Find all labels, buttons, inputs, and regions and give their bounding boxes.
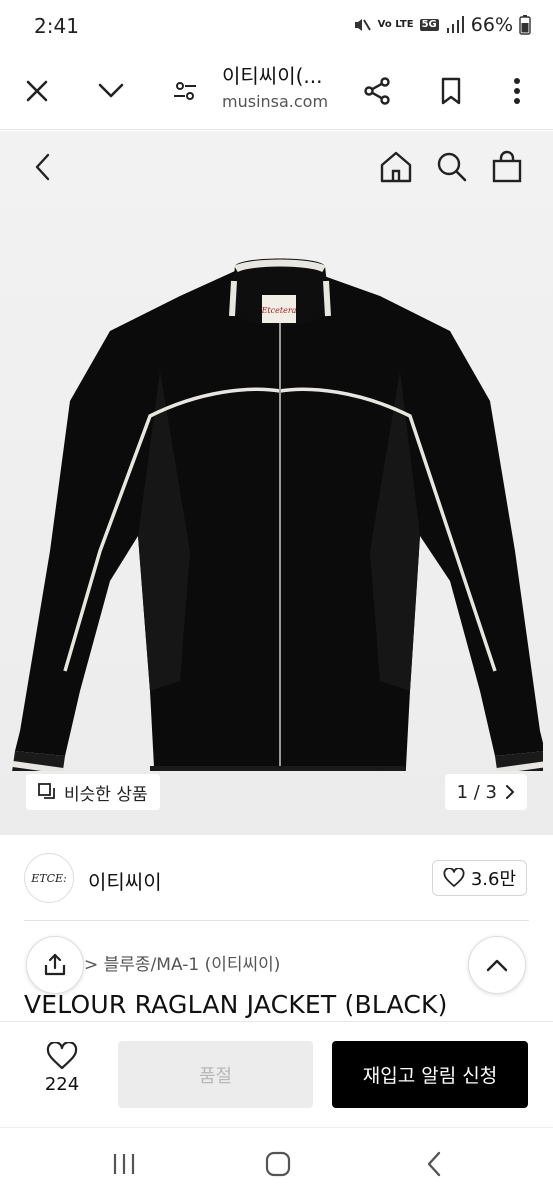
mute-icon (354, 19, 371, 31)
brand-row: ETCE: 이티씨이 3.6만 (0, 835, 553, 921)
more-menu-button[interactable] (492, 66, 542, 116)
back-system-button[interactable] (412, 1146, 456, 1182)
image-counter[interactable]: 1 / 3 (444, 774, 527, 810)
home-system-button[interactable] (256, 1146, 300, 1182)
home-icon (380, 151, 412, 183)
brand-like-count: 3.6만 (470, 869, 516, 890)
page-title[interactable]: 이티씨이(... (222, 60, 322, 89)
copy-icon (38, 783, 55, 799)
heart-icon (443, 868, 465, 887)
similar-products-label: 비슷한 상품 (64, 784, 148, 805)
home-circle-icon (265, 1151, 291, 1177)
wishlist-count: 224 (44, 1074, 80, 1095)
system-navigation-bar (0, 1127, 553, 1200)
product-image[interactable]: Etcetera (10, 251, 543, 771)
recent-apps-button[interactable] (102, 1146, 146, 1182)
brand-logo[interactable]: ETCE: (24, 853, 74, 903)
product-title: VELOUR RAGLAN JACKET (BLACK) (24, 990, 448, 1019)
chevron-left-icon (35, 153, 50, 181)
status-bar: 2:41 Vo LTE 5G 66% (0, 0, 553, 54)
browser-toolbar: 이티씨이(... musinsa.com (0, 54, 553, 130)
similar-products-button[interactable]: 비슷한 상품 (26, 774, 160, 810)
chevron-right-icon (506, 785, 514, 799)
network-label: 5G (419, 19, 439, 31)
search-icon (437, 152, 467, 182)
product-gallery[interactable]: Etcetera 비슷한 상품 1 / 3 (0, 131, 553, 835)
battery-icon (519, 15, 531, 35)
brand-name[interactable]: 이티씨이 (88, 866, 162, 895)
brand-like-button[interactable]: 3.6만 (431, 860, 527, 896)
chevron-up-icon (486, 959, 508, 972)
upload-share-icon (44, 953, 66, 976)
scroll-top-button[interactable] (468, 936, 526, 994)
soldout-button: 품절 (118, 1041, 313, 1108)
site-settings-button[interactable] (160, 66, 210, 116)
cart-button[interactable] (485, 145, 529, 189)
close-tab-button[interactable] (12, 66, 62, 116)
bookmark-icon (441, 77, 461, 105)
close-icon (26, 80, 48, 102)
tune-icon (174, 82, 196, 100)
lte-label: Vo LTE (377, 19, 414, 30)
page-url[interactable]: musinsa.com (222, 92, 328, 111)
image-counter-label: 1 / 3 (456, 781, 497, 803)
purchase-bar: 224 품절 재입고 알림 신청 (0, 1021, 553, 1127)
chevron-down-icon (98, 83, 124, 98)
share-button[interactable] (352, 66, 402, 116)
search-button[interactable] (430, 145, 474, 189)
restock-alert-button[interactable]: 재입고 알림 신청 (332, 1041, 528, 1108)
divider (24, 920, 529, 921)
jacket-label: Etcetera (261, 306, 297, 315)
status-time: 2:41 (34, 14, 79, 38)
breadcrumb[interactable]: > 블루종/MA-1 (이티씨이) (84, 950, 280, 975)
home-button[interactable] (374, 145, 418, 189)
bookmark-button[interactable] (426, 66, 476, 116)
collapse-button[interactable] (86, 66, 136, 116)
back-button[interactable] (20, 145, 64, 189)
shopping-bag-icon (492, 150, 522, 183)
more-vertical-icon (514, 78, 520, 104)
share-icon (364, 77, 390, 105)
battery-percent: 66% (470, 14, 513, 36)
wishlist-button[interactable]: 224 (32, 1042, 92, 1108)
recent-apps-icon (113, 1154, 135, 1174)
signal-icon (446, 16, 464, 33)
back-icon (427, 1151, 441, 1177)
heart-icon (46, 1042, 78, 1070)
status-icons: Vo LTE 5G 66% (352, 14, 531, 36)
share-product-button[interactable] (26, 936, 84, 994)
